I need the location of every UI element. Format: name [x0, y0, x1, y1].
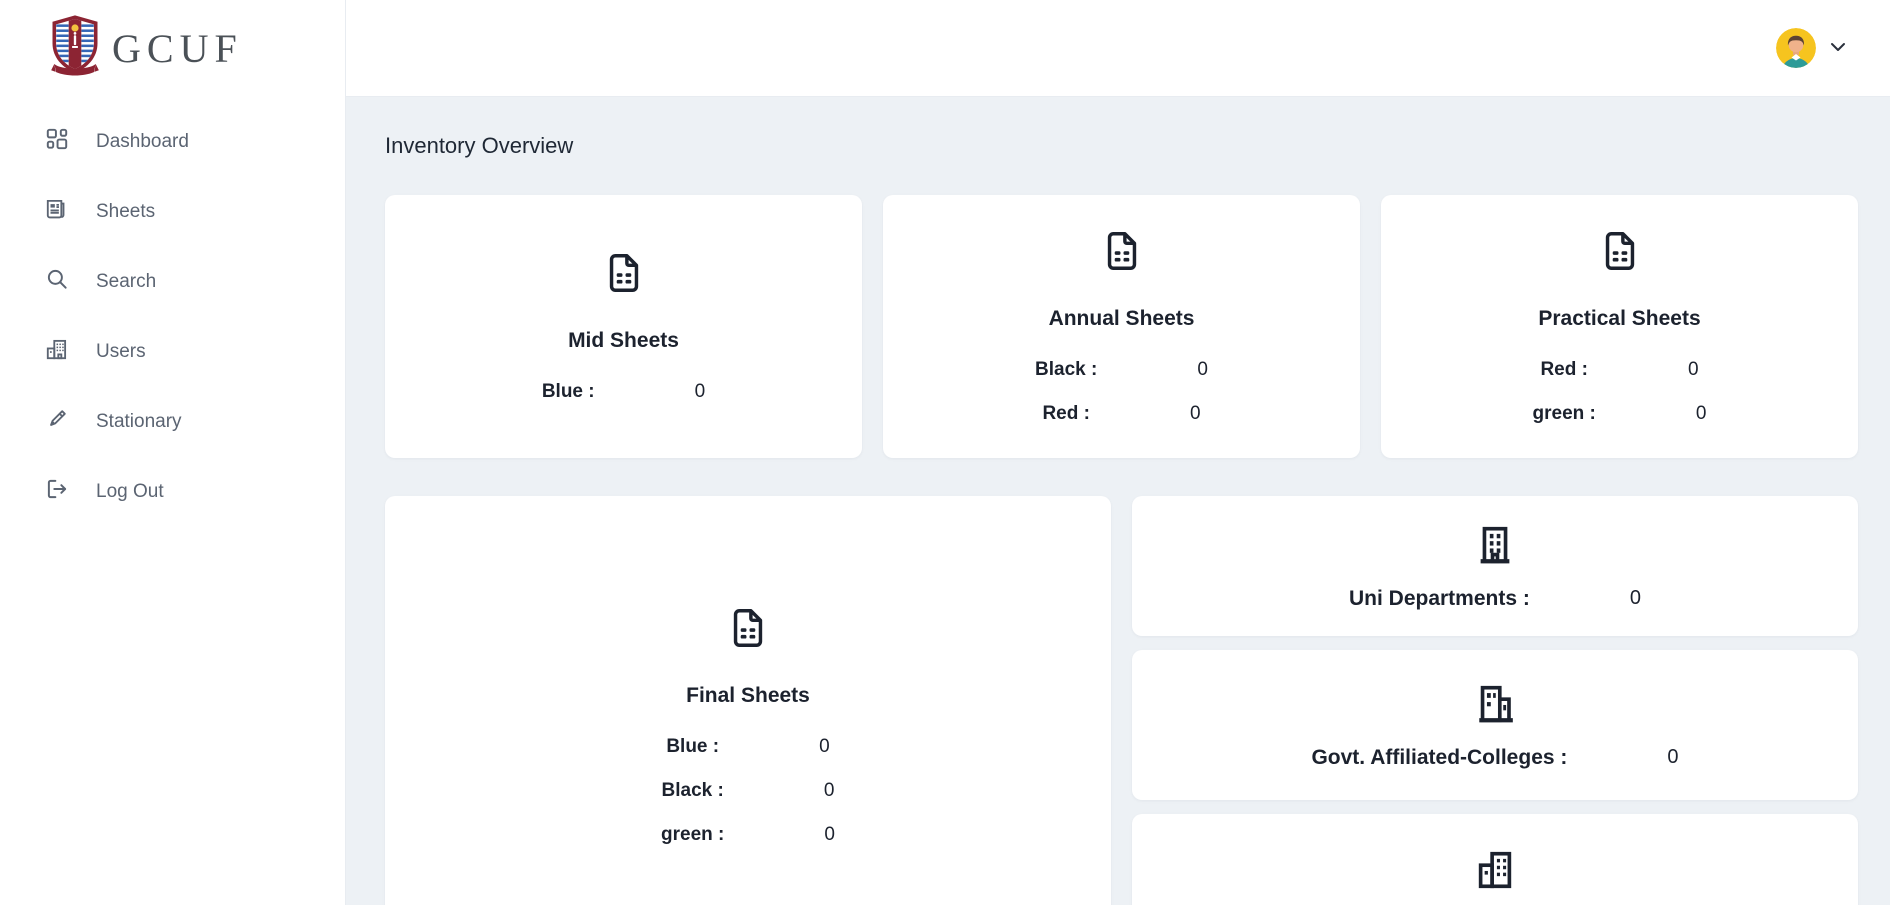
stat-row: Blue : 0 [542, 381, 705, 403]
card-stats: Blue : 0 Black : 0 green : 0 [661, 714, 835, 846]
stat-label: Govt. Affiliated-Colleges : [1311, 746, 1567, 770]
sidebar-item-label: Stationary [96, 411, 182, 433]
stat-label: green : [1533, 403, 1596, 425]
card-title: Annual Sheets [1049, 307, 1195, 331]
dashboard-grid-icon [44, 126, 70, 158]
entity-cards-column: Uni Departments : 0 [1132, 496, 1858, 905]
stat-value: 0 [1667, 746, 1678, 770]
chevron-down-icon[interactable] [1830, 39, 1846, 57]
sidebar-item-label: Log Out [96, 481, 164, 503]
stat-value: 0 [1190, 403, 1201, 425]
document-icon [1099, 228, 1145, 279]
sidebar-item-label: Search [96, 271, 156, 293]
pen-icon [44, 406, 70, 438]
card-bottom-buildings [1132, 814, 1858, 905]
card-title: Mid Sheets [568, 329, 679, 353]
card-title: Practical Sheets [1538, 307, 1700, 331]
buildings-icon [44, 336, 70, 368]
card-mid-sheets: Mid Sheets Blue : 0 [385, 195, 862, 458]
stat-label: green : [661, 824, 724, 846]
stat-value: 0 [1696, 403, 1707, 425]
sidebar-item-label: Dashboard [96, 131, 189, 153]
page-title: Inventory Overview [385, 133, 1858, 159]
sidebar-item-search[interactable]: Search [0, 247, 345, 317]
sidebar-nav: Dashboard Sheets Search [0, 107, 345, 527]
card-stats: Blue : 0 [542, 359, 705, 403]
card-stats: Red : 0 green : 0 [1533, 337, 1707, 425]
newspaper-icon [44, 196, 70, 228]
stat-row: green : 0 [661, 824, 835, 846]
document-icon [1597, 228, 1643, 279]
search-icon [44, 266, 70, 298]
building-annex-icon [1472, 681, 1518, 732]
stat-row: Uni Departments : 0 [1349, 587, 1641, 611]
stat-row: Blue : 0 [661, 736, 835, 758]
document-icon [601, 250, 647, 301]
gcuf-crest-icon [48, 12, 102, 85]
brand-logo: GCUF [0, 0, 345, 97]
stat-label: Uni Departments : [1349, 587, 1530, 611]
stat-value: 0 [824, 824, 835, 846]
card-practical-sheets: Practical Sheets Red : 0 green : 0 [1381, 195, 1858, 458]
second-row: Final Sheets Blue : 0 Black : 0 green : … [385, 496, 1858, 905]
stat-row: Red : 0 [1533, 359, 1707, 381]
sidebar-item-logout[interactable]: Log Out [0, 457, 345, 527]
sidebar-item-label: Users [96, 341, 146, 363]
sheet-cards-row: Mid Sheets Blue : 0 [385, 195, 1858, 458]
building-icon [1472, 522, 1518, 573]
document-icon [725, 605, 771, 656]
stat-row: Red : 0 [1035, 403, 1208, 425]
brand-name: GCUF [112, 25, 243, 72]
sidebar-item-sheets[interactable]: Sheets [0, 177, 345, 247]
sidebar-item-label: Sheets [96, 201, 155, 223]
stat-label: Black : [1035, 359, 1097, 381]
stat-label: Red : [1042, 403, 1090, 425]
stat-value: 0 [1197, 359, 1208, 381]
stat-value: 0 [824, 780, 835, 802]
card-title: Final Sheets [686, 684, 810, 708]
stat-label: Blue : [542, 381, 595, 403]
card-annual-sheets: Annual Sheets Black : 0 Red : 0 [883, 195, 1360, 458]
card-final-sheets: Final Sheets Blue : 0 Black : 0 green : … [385, 496, 1111, 905]
user-menu-button[interactable] [1776, 28, 1846, 68]
stat-label: Blue : [666, 736, 719, 758]
stat-row: Black : 0 [1035, 359, 1208, 381]
logout-icon [44, 476, 70, 508]
stat-row: Govt. Affiliated-Colleges : 0 [1311, 746, 1678, 770]
stat-value: 0 [819, 736, 830, 758]
card-stats: Black : 0 Red : 0 [1035, 337, 1208, 425]
stat-row: green : 0 [1533, 403, 1707, 425]
main-content: Inventory Overview Mid Sheets [346, 97, 1890, 905]
stat-value: 0 [1630, 587, 1641, 611]
sidebar-item-dashboard[interactable]: Dashboard [0, 107, 345, 177]
sidebar-item-stationary[interactable]: Stationary [0, 387, 345, 457]
stat-label: Black : [662, 780, 724, 802]
two-buildings-icon [1472, 847, 1518, 898]
stat-value: 0 [1688, 359, 1699, 381]
card-uni-departments: Uni Departments : 0 [1132, 496, 1858, 636]
stat-label: Red : [1540, 359, 1588, 381]
top-header [346, 0, 1890, 97]
user-avatar[interactable] [1776, 28, 1816, 68]
sidebar: GCUF Dashboard [0, 0, 346, 905]
stat-value: 0 [695, 381, 706, 403]
sidebar-item-users[interactable]: Users [0, 317, 345, 387]
stat-row: Black : 0 [661, 780, 835, 802]
card-govt-affiliated-colleges: Govt. Affiliated-Colleges : 0 [1132, 650, 1858, 800]
